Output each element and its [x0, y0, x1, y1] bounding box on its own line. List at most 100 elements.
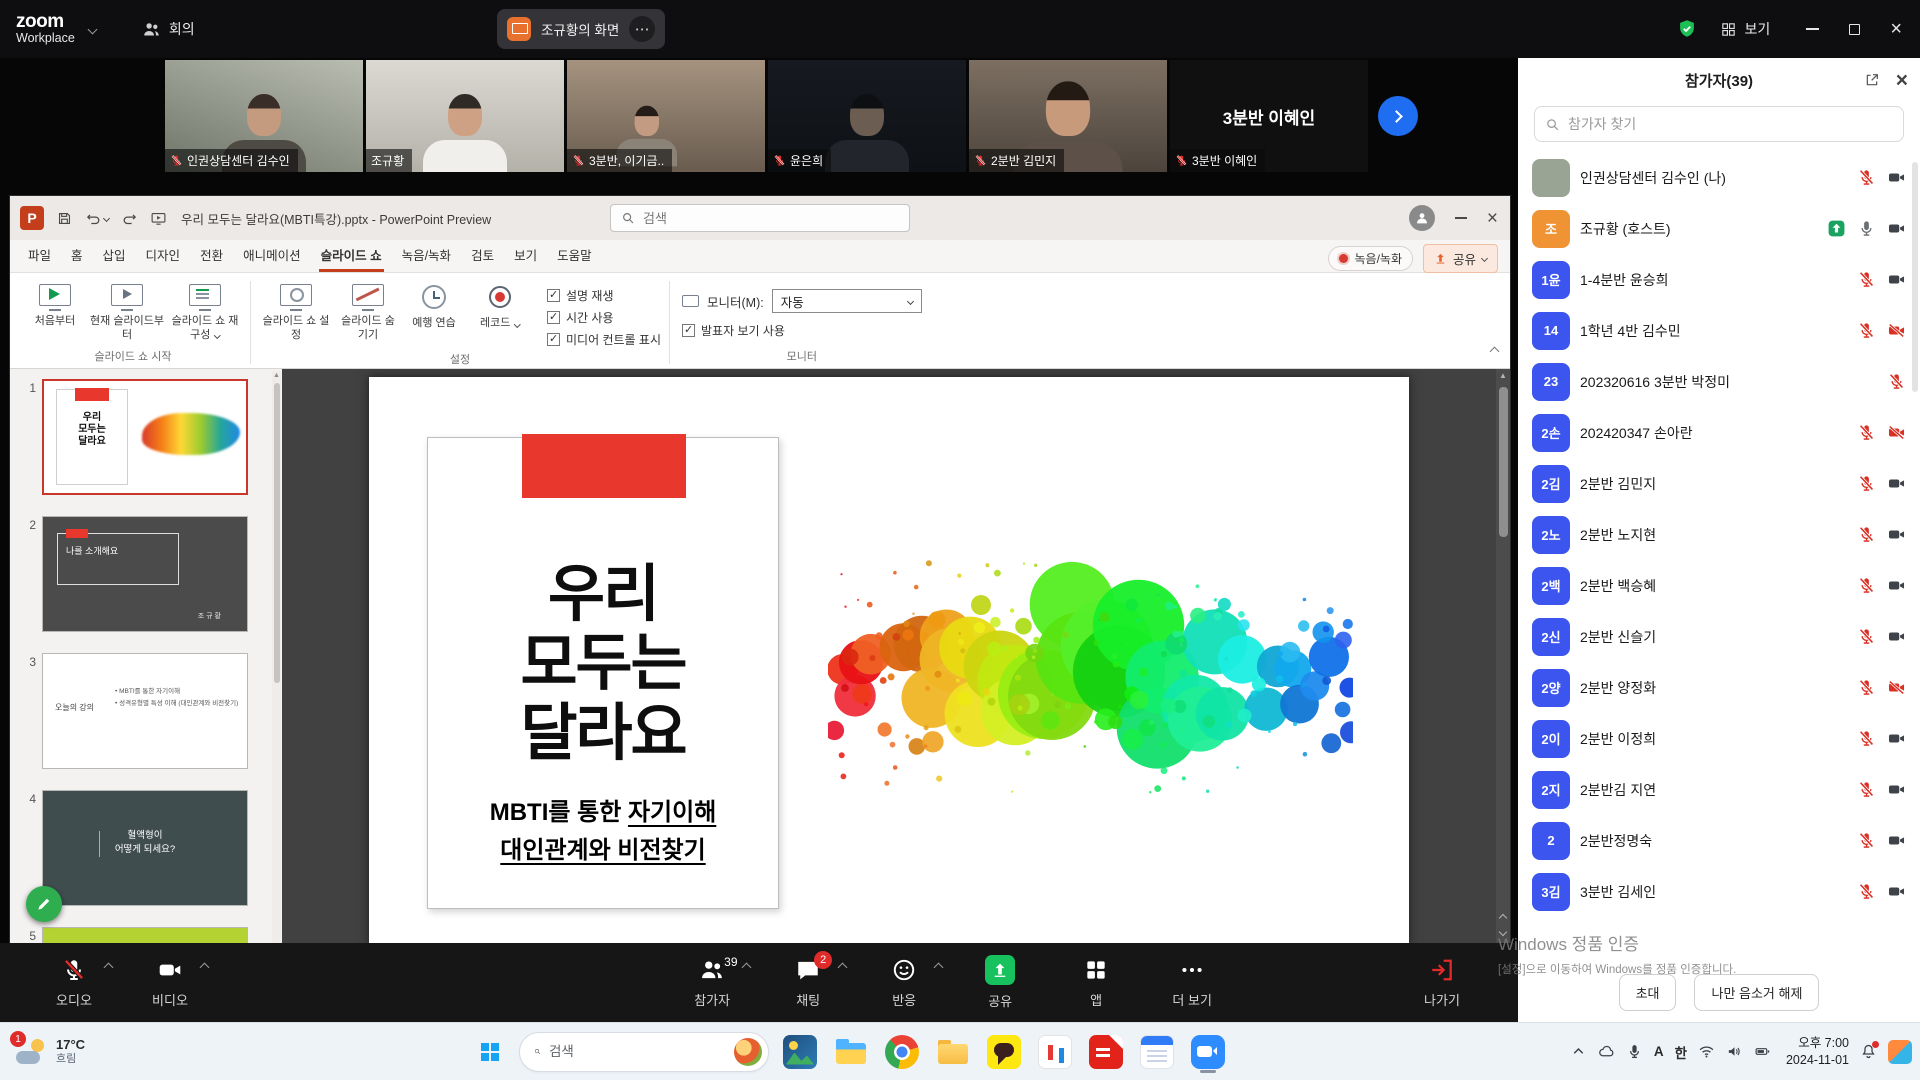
share-button[interactable]: 공유: [1423, 244, 1498, 273]
next-slide-button[interactable]: [1499, 928, 1507, 936]
chevron-down-icon[interactable]: [87, 24, 97, 34]
battery-icon[interactable]: [1754, 1043, 1771, 1060]
slide-thumbnail[interactable]: 혈액형이어떻게 되세요?: [42, 790, 248, 906]
minimize-button[interactable]: [1806, 28, 1819, 30]
close-button[interactable]: [1890, 19, 1902, 39]
participant-row[interactable]: 2손 202420347 손아란: [1518, 407, 1920, 458]
taskbar-app-icon[interactable]: [880, 1030, 924, 1074]
view-button[interactable]: 보기: [1720, 19, 1771, 39]
chevron-up-icon[interactable]: [839, 958, 846, 976]
video-tile[interactable]: 윤은희: [768, 60, 966, 172]
start-button[interactable]: [470, 1032, 510, 1072]
menu-tab[interactable]: 삽입: [93, 237, 136, 272]
search-highlight-image[interactable]: [734, 1038, 762, 1066]
participant-row[interactable]: 2노 2분반 노지현: [1518, 509, 1920, 560]
participant-row[interactable]: 2 2분반정명숙: [1518, 815, 1920, 866]
chevron-up-icon[interactable]: [201, 958, 208, 976]
notification-bell-icon[interactable]: [1860, 1043, 1877, 1060]
volume-icon[interactable]: [1726, 1043, 1743, 1060]
scroll-up-arrow[interactable]: ▲: [1499, 369, 1507, 383]
panel-scrollbar[interactable]: [1912, 162, 1918, 392]
menu-tab[interactable]: 애니메이션: [233, 237, 311, 272]
taskbar-app-icon[interactable]: [1033, 1030, 1077, 1074]
toolbar-button[interactable]: 공유: [952, 943, 1048, 1022]
menu-tab[interactable]: 도움말: [547, 237, 602, 272]
shared-screen-tab[interactable]: 조규황의 화면: [497, 9, 665, 49]
current-slide[interactable]: 우리 모두는 달라요 MBTI를 통한 자기이해 대인관계와 비전찾기: [369, 377, 1409, 943]
show-media-controls-checkbox[interactable]: 미디어 컨트롤 표시: [547, 331, 661, 348]
from-current-slide-button[interactable]: 현재 슬라이드부터: [90, 279, 164, 343]
menu-tab[interactable]: 디자인: [136, 237, 191, 272]
scrollbar-thumb[interactable]: [1499, 387, 1508, 537]
toolbar-button[interactable]: 더 보기: [1144, 943, 1240, 1022]
toolbar-button[interactable]: 앱: [1048, 943, 1144, 1022]
chevron-up-icon[interactable]: [105, 958, 112, 976]
video-tile[interactable]: 인권상담센터 김수인: [165, 60, 363, 172]
record-slideshow-button[interactable]: 레코드: [469, 279, 531, 331]
taskbar-app-icon[interactable]: [1135, 1030, 1179, 1074]
ime-english-indicator[interactable]: A: [1654, 1044, 1664, 1059]
video-tile[interactable]: 3분반, 이기금..: [567, 60, 765, 172]
chevron-up-icon[interactable]: [743, 958, 750, 976]
from-beginning-button[interactable]: 처음부터: [24, 279, 86, 329]
unmute-myself-button[interactable]: 나만 음소거 해제: [1694, 974, 1819, 1011]
close-panel-button[interactable]: [1896, 70, 1908, 91]
toolbar-button[interactable]: 2 채팅: [760, 943, 856, 1022]
invite-button[interactable]: 초대: [1619, 974, 1677, 1011]
participant-row[interactable]: 2김 2분반 김민지: [1518, 458, 1920, 509]
participant-row[interactable]: 14 1학년 4반 김수민: [1518, 305, 1920, 356]
scrollbar-thumb[interactable]: [274, 383, 280, 683]
slide-thumbnail[interactable]: 오늘의 강의 MBTI를 통한 자기이해성격유형별 특성 이해 (대인관계와 비…: [42, 653, 248, 769]
participant-row[interactable]: 2지 2분반김 지연: [1518, 764, 1920, 815]
collapse-ribbon-button[interactable]: [1491, 342, 1498, 360]
save-icon[interactable]: [56, 210, 73, 227]
tray-chevron-up-icon[interactable]: [1570, 1043, 1587, 1060]
hide-slide-button[interactable]: 슬라이드 숨기기: [337, 279, 399, 343]
slide-thumbnail[interactable]: 나를 소개해요 조 규 황: [42, 516, 248, 632]
participant-search-box[interactable]: [1534, 106, 1904, 142]
toolbar-button[interactable]: 반응: [856, 943, 952, 1022]
thumbnail-scrollbar[interactable]: ▲: [272, 371, 281, 943]
popout-icon[interactable]: [1864, 72, 1880, 88]
participant-row[interactable]: 1윤 1-4분반 윤승희: [1518, 254, 1920, 305]
meeting-info-button[interactable]: 회의: [142, 19, 195, 39]
taskbar-app-icon[interactable]: [829, 1030, 873, 1074]
minimize-button[interactable]: [1455, 217, 1467, 219]
scroll-up-arrow[interactable]: ▲: [272, 371, 281, 381]
rehearse-timings-button[interactable]: 예행 연습: [403, 279, 465, 331]
monitor-select[interactable]: 자동: [772, 289, 922, 313]
tray-mic-icon[interactable]: [1626, 1043, 1643, 1060]
play-narrations-checkbox[interactable]: 설명 재생: [547, 287, 661, 304]
participant-row[interactable]: 조 조규황 (호스트): [1518, 203, 1920, 254]
taskbar-app-icon[interactable]: [778, 1030, 822, 1074]
close-button[interactable]: [1487, 209, 1498, 228]
chevron-up-icon[interactable]: [935, 958, 942, 976]
participant-row[interactable]: 2이 2분반 이정희: [1518, 713, 1920, 764]
maximize-button[interactable]: [1849, 24, 1860, 35]
weather-widget[interactable]: 1 17°C 흐림: [0, 1023, 99, 1080]
office-search-box[interactable]: [610, 204, 910, 232]
menu-tab[interactable]: 보기: [504, 237, 547, 272]
onedrive-icon[interactable]: [1598, 1043, 1615, 1060]
video-tile[interactable]: 3분반 이혜인 3분반 이혜인: [1170, 60, 1368, 172]
menu-tab[interactable]: 슬라이드 쇼: [311, 237, 392, 272]
redo-icon[interactable]: [121, 210, 138, 227]
undo-button[interactable]: [85, 210, 109, 227]
account-avatar[interactable]: [1409, 205, 1435, 231]
use-timings-checkbox[interactable]: 시간 사용: [547, 309, 661, 326]
participant-row[interactable]: 2양 2분반 양정화: [1518, 662, 1920, 713]
video-tile[interactable]: 조규황: [366, 60, 564, 172]
presenter-view-checkbox[interactable]: 발표자 보기 사용: [682, 322, 922, 339]
participant-row[interactable]: 23 202320616 3분반 박정미: [1518, 356, 1920, 407]
previous-slide-button[interactable]: [1499, 914, 1507, 922]
setup-slideshow-button[interactable]: 슬라이드 쇼 설정: [259, 279, 333, 343]
wifi-icon[interactable]: [1698, 1043, 1715, 1060]
taskbar-app-icon[interactable]: [982, 1030, 1026, 1074]
participant-row[interactable]: 인권상담센터 김수인 (나): [1518, 152, 1920, 203]
participant-row[interactable]: 3김 3분반 김세인: [1518, 866, 1920, 917]
slide-scrollbar[interactable]: ▲: [1496, 369, 1510, 943]
slide-thumbnail[interactable]: [42, 927, 248, 943]
leave-button[interactable]: 나가기: [1394, 943, 1490, 1022]
menu-tab[interactable]: 홈: [61, 237, 93, 272]
menu-tab[interactable]: 검토: [461, 237, 504, 272]
